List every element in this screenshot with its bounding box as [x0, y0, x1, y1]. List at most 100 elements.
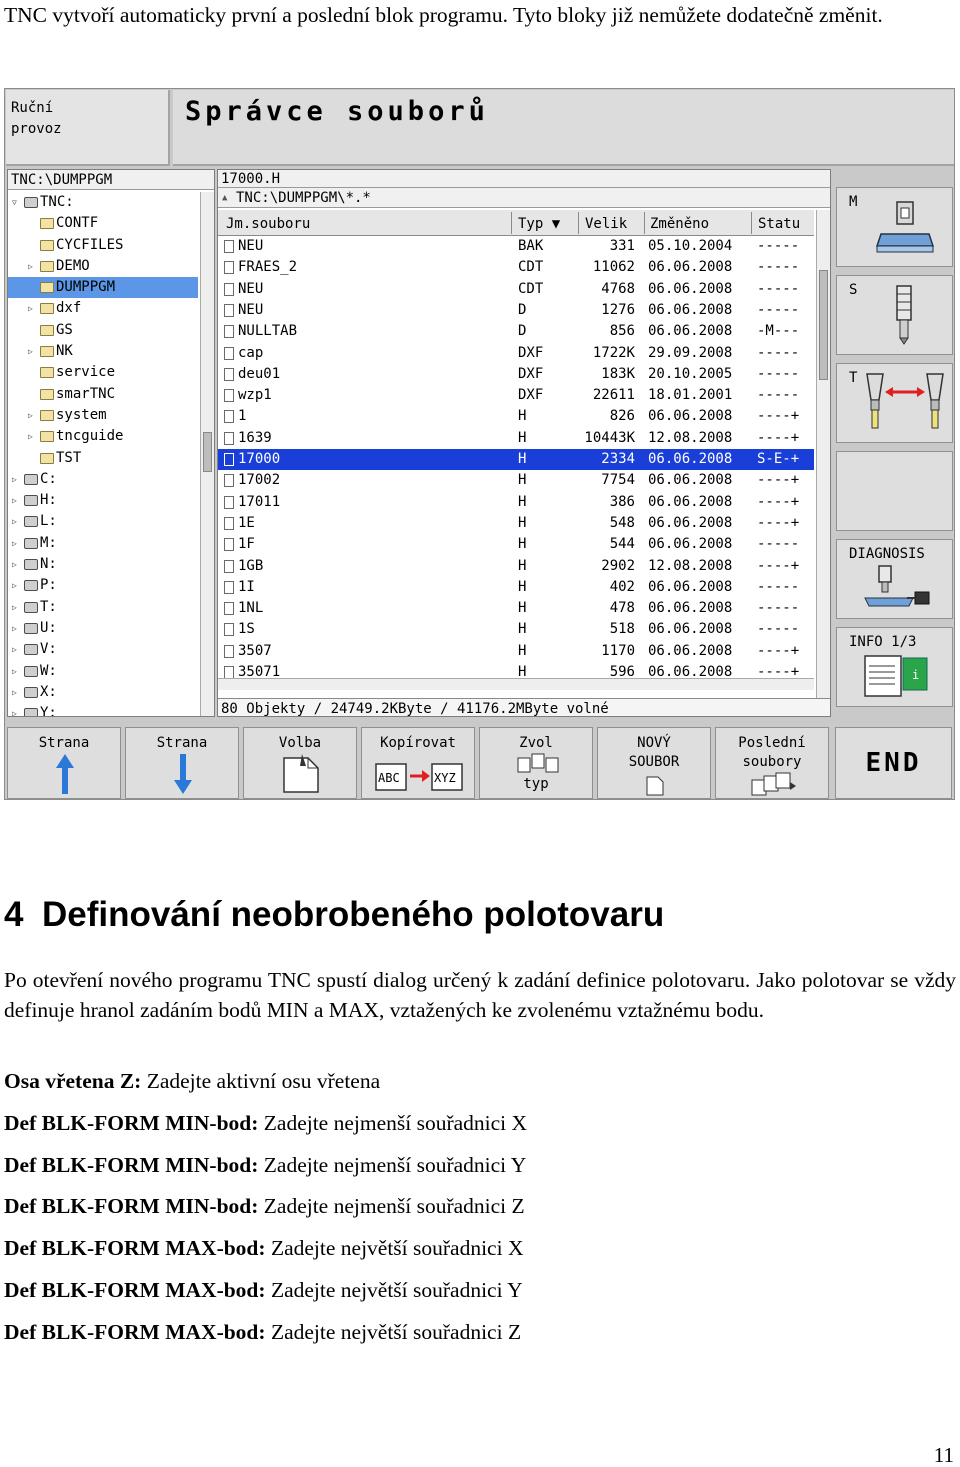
file-row[interactable]: 1 H 826 06.06.2008 ----+ [218, 406, 814, 427]
file-row[interactable]: NEU BAK 331 05.10.2004 ----- [218, 236, 814, 257]
file-row[interactable]: cap DXF 1722K 29.09.2008 ----- [218, 343, 814, 364]
collapsed-icon[interactable]: ▷ [12, 661, 17, 682]
file-row[interactable]: 1S H 518 06.06.2008 ----- [218, 619, 814, 640]
horizontal-scrollbar[interactable] [218, 678, 814, 690]
file-type: D [518, 323, 527, 340]
tree-item[interactable]: TST [8, 448, 198, 469]
file-scrollbar[interactable] [816, 210, 830, 698]
collapsed-icon[interactable]: ▷ [12, 533, 17, 554]
col-date[interactable]: Změněno [650, 214, 709, 234]
expanded-icon[interactable]: ▽ [12, 192, 17, 213]
select-type-softkey[interactable]: Zvol typ [479, 727, 593, 799]
page-up-softkey[interactable]: Strana [7, 727, 121, 799]
tree-item-label: V: [40, 641, 57, 658]
dialog-step: Def BLK-FORM MAX-bod: Zadejte největší s… [4, 1275, 523, 1305]
tree-scroll-thumb[interactable] [203, 432, 212, 472]
file-row[interactable]: FRAES_2 CDT 11062 06.06.2008 ----- [218, 257, 814, 278]
collapsed-icon[interactable]: ▷ [12, 554, 17, 575]
tree-item[interactable]: ▷ V: [8, 639, 198, 660]
file-row[interactable]: 1F H 544 06.06.2008 ----- [218, 534, 814, 555]
file-row[interactable]: 1GB H 2902 12.08.2008 ----+ [218, 556, 814, 577]
file-row[interactable]: 17011 H 386 06.06.2008 ----+ [218, 492, 814, 513]
m-function-button[interactable]: M [836, 187, 953, 267]
collapsed-icon[interactable]: ▷ [12, 703, 17, 716]
collapsed-icon[interactable]: ▷ [12, 490, 17, 511]
file-scroll-thumb[interactable] [819, 270, 828, 380]
collapsed-icon[interactable]: ▷ [28, 405, 33, 426]
file-row[interactable]: 17002 H 7754 06.06.2008 ----+ [218, 470, 814, 491]
tree-item[interactable]: ▷ P: [8, 575, 198, 596]
info-button[interactable]: INFO 1/3 i [836, 627, 953, 707]
new-file-softkey[interactable]: NOVÝ SOUBOR [597, 727, 711, 799]
tree-item[interactable]: smarTNC [8, 384, 198, 405]
page-down-softkey[interactable]: Strana [125, 727, 239, 799]
file-row[interactable]: 1639 H 10443K 12.08.2008 ----+ [218, 428, 814, 449]
tree-item[interactable]: ▷ Y: [8, 703, 198, 716]
file-row[interactable]: 1I H 402 06.06.2008 ----- [218, 577, 814, 598]
file-row[interactable]: 17000 H 2334 06.06.2008 S-E-+ [218, 449, 814, 471]
file-row[interactable]: 1E H 548 06.06.2008 ----+ [218, 513, 814, 534]
collapsed-icon[interactable]: ▷ [28, 341, 33, 362]
collapsed-icon[interactable]: ▷ [12, 639, 17, 660]
col-size[interactable]: Velik [585, 214, 627, 234]
file-list-panel: 17000.H ▲ TNC:\DUMPPGM\*.* Jm.souboru Ty… [217, 169, 831, 717]
tree-item-label: CYCFILES [56, 236, 124, 253]
file-row[interactable]: deu01 DXF 183K 20.10.2005 ----- [218, 364, 814, 385]
col-name[interactable]: Jm.souboru [226, 214, 310, 234]
collapsed-icon[interactable]: ▷ [28, 256, 33, 277]
file-type: CDT [518, 280, 544, 297]
tree-item[interactable]: ▷ dxf [8, 298, 198, 319]
tree-item[interactable]: CONTF [8, 213, 198, 234]
file-row[interactable]: 3507 H 1170 06.06.2008 ----+ [218, 641, 814, 662]
tree-item[interactable]: DUMPPGM [8, 277, 198, 299]
tree-scrollbar[interactable] [200, 192, 214, 716]
file-row[interactable]: NULLTAB D 856 06.06.2008 -M--- [218, 321, 814, 342]
tree-item[interactable]: GS [8, 320, 198, 341]
file-name: 17011 [238, 493, 281, 510]
tree-item[interactable]: ▷ tncguide [8, 426, 198, 447]
copy-softkey[interactable]: Kopírovat ABC XYZ [361, 727, 475, 799]
directory-tree[interactable]: TNC:\DUMPPGM ▽ TNC: CONTF CYCFILES ▷ DEMO DUMP… [7, 169, 215, 717]
collapsed-icon[interactable]: ▷ [12, 597, 17, 618]
collapsed-icon[interactable]: ▷ [12, 618, 17, 639]
select-softkey[interactable]: Volba [243, 727, 357, 799]
collapsed-icon[interactable]: ▷ [28, 298, 33, 319]
tree-item[interactable]: service [8, 362, 198, 383]
diagnosis-button[interactable]: DIAGNOSIS [836, 539, 953, 619]
t-function-button[interactable]: T [836, 363, 953, 443]
scroll-up-icon[interactable]: ▲ [222, 188, 227, 208]
file-row[interactable]: NEU CDT 4768 06.06.2008 ----- [218, 279, 814, 300]
tree-item[interactable]: ▷ system [8, 405, 198, 426]
empty-side-button[interactable] [836, 451, 953, 531]
tree-item[interactable]: ▷ X: [8, 682, 198, 703]
tree-item[interactable]: ▽ TNC: [8, 192, 198, 213]
copy-abc-xyz-icon: ABC XYZ [375, 763, 463, 791]
end-softkey[interactable]: END [835, 727, 952, 799]
tree-item[interactable]: ▷ N: [8, 554, 198, 575]
m-label: M [849, 194, 858, 210]
tree-item[interactable]: ▷ H: [8, 490, 198, 511]
collapsed-icon[interactable]: ▷ [28, 426, 33, 447]
folder-icon [40, 239, 54, 251]
tree-item[interactable]: ▷ T: [8, 597, 198, 618]
tree-item[interactable]: ▷ W: [8, 661, 198, 682]
file-row[interactable]: NEU D 1276 06.06.2008 ----- [218, 300, 814, 321]
tree-item[interactable]: CYCFILES [8, 235, 198, 256]
collapsed-icon[interactable]: ▷ [12, 469, 17, 490]
tree-item[interactable]: ▷ DEMO [8, 256, 198, 277]
tree-item[interactable]: ▷ L: [8, 511, 198, 532]
collapsed-icon[interactable]: ▷ [12, 682, 17, 703]
tree-item[interactable]: ▷ M: [8, 533, 198, 554]
col-type[interactable]: Typ ▼ [518, 214, 560, 234]
file-type: H [518, 642, 527, 659]
collapsed-icon[interactable]: ▷ [12, 511, 17, 532]
recent-files-softkey[interactable]: Poslední soubory [715, 727, 829, 799]
tree-item[interactable]: ▷ NK [8, 341, 198, 362]
collapsed-icon[interactable]: ▷ [12, 575, 17, 596]
file-row[interactable]: 1NL H 478 06.06.2008 ----- [218, 598, 814, 619]
tree-item[interactable]: ▷ U: [8, 618, 198, 639]
col-status[interactable]: Statu [758, 214, 800, 234]
s-function-button[interactable]: S [836, 275, 953, 355]
file-row[interactable]: wzp1 DXF 22611 18.01.2001 ----- [218, 385, 814, 406]
tree-item[interactable]: ▷ C: [8, 469, 198, 490]
